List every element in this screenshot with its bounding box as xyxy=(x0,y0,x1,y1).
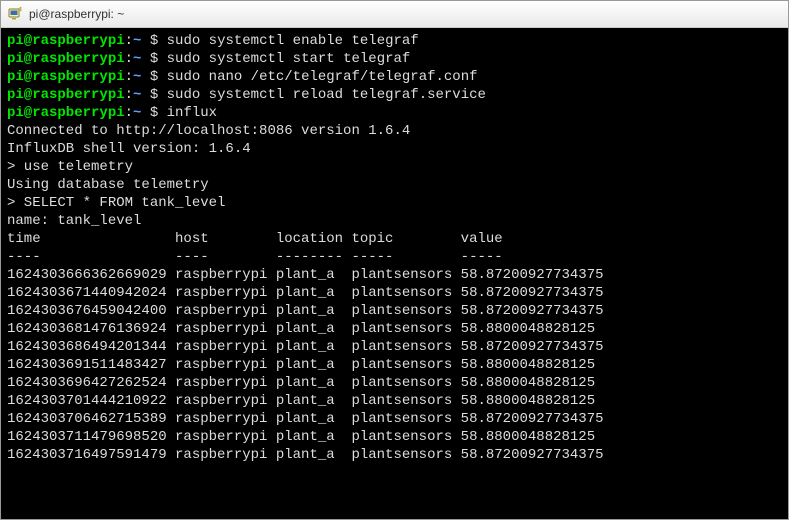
command-text: sudo nano /etc/telegraf/telegraf.conf xyxy=(167,69,478,85)
table-row: 1624303671440942024 raspberrypi plant_a … xyxy=(7,285,604,301)
table-row: 1624303716497591479 raspberrypi plant_a … xyxy=(7,447,604,463)
window-title: pi@raspberrypi: ~ xyxy=(29,7,124,21)
prompt-line: pi@raspberrypi:~ $ sudo systemctl reload… xyxy=(7,87,486,103)
table-row: 1624303711479698520 raspberrypi plant_a … xyxy=(7,429,595,445)
prompt-userhost: pi@raspberrypi xyxy=(7,105,125,121)
prompt-line: pi@raspberrypi:~ $ sudo systemctl start … xyxy=(7,51,410,67)
output-line: name: tank_level xyxy=(7,213,141,229)
command-text: sudo systemctl start telegraf xyxy=(167,51,411,67)
table-row: 1624303676459042400 raspberrypi plant_a … xyxy=(7,303,604,319)
titlebar[interactable]: pi@raspberrypi: ~ xyxy=(1,1,788,28)
terminal-output[interactable]: pi@raspberrypi:~ $ sudo systemctl enable… xyxy=(1,28,788,519)
prompt-userhost: pi@raspberrypi xyxy=(7,87,125,103)
table-row: 1624303681476136924 raspberrypi plant_a … xyxy=(7,321,595,337)
table-row: 1624303706462715389 raspberrypi plant_a … xyxy=(7,411,604,427)
table-dashes: ---- ---- -------- ----- ----- xyxy=(7,249,503,265)
putty-icon xyxy=(7,6,23,22)
prompt-line: pi@raspberrypi:~ $ influx xyxy=(7,105,217,121)
prompt-userhost: pi@raspberrypi xyxy=(7,33,125,49)
prompt-line: pi@raspberrypi:~ $ sudo nano /etc/telegr… xyxy=(7,69,478,85)
command-text: sudo systemctl reload telegraf.service xyxy=(167,87,486,103)
table-row: 1624303686494201344 raspberrypi plant_a … xyxy=(7,339,604,355)
terminal-window: pi@raspberrypi: ~ pi@raspberrypi:~ $ sud… xyxy=(0,0,789,520)
table-row: 1624303696427262524 raspberrypi plant_a … xyxy=(7,375,595,391)
prompt-userhost: pi@raspberrypi xyxy=(7,51,125,67)
table-row: 1624303691511483427 raspberrypi plant_a … xyxy=(7,357,595,373)
influx-prompt-line: > SELECT * FROM tank_level xyxy=(7,195,225,211)
influx-prompt-line: > use telemetry xyxy=(7,159,133,175)
output-line: InfluxDB shell version: 1.6.4 xyxy=(7,141,251,157)
table-header: time host location topic value xyxy=(7,231,503,247)
command-text: influx xyxy=(167,105,217,121)
output-line: Using database telemetry xyxy=(7,177,209,193)
prompt-userhost: pi@raspberrypi xyxy=(7,69,125,85)
output-line: Connected to http://localhost:8086 versi… xyxy=(7,123,410,139)
table-row: 1624303666362669029 raspberrypi plant_a … xyxy=(7,267,604,283)
command-text: sudo systemctl enable telegraf xyxy=(167,33,419,49)
table-row: 1624303701444210922 raspberrypi plant_a … xyxy=(7,393,595,409)
prompt-line: pi@raspberrypi:~ $ sudo systemctl enable… xyxy=(7,33,419,49)
